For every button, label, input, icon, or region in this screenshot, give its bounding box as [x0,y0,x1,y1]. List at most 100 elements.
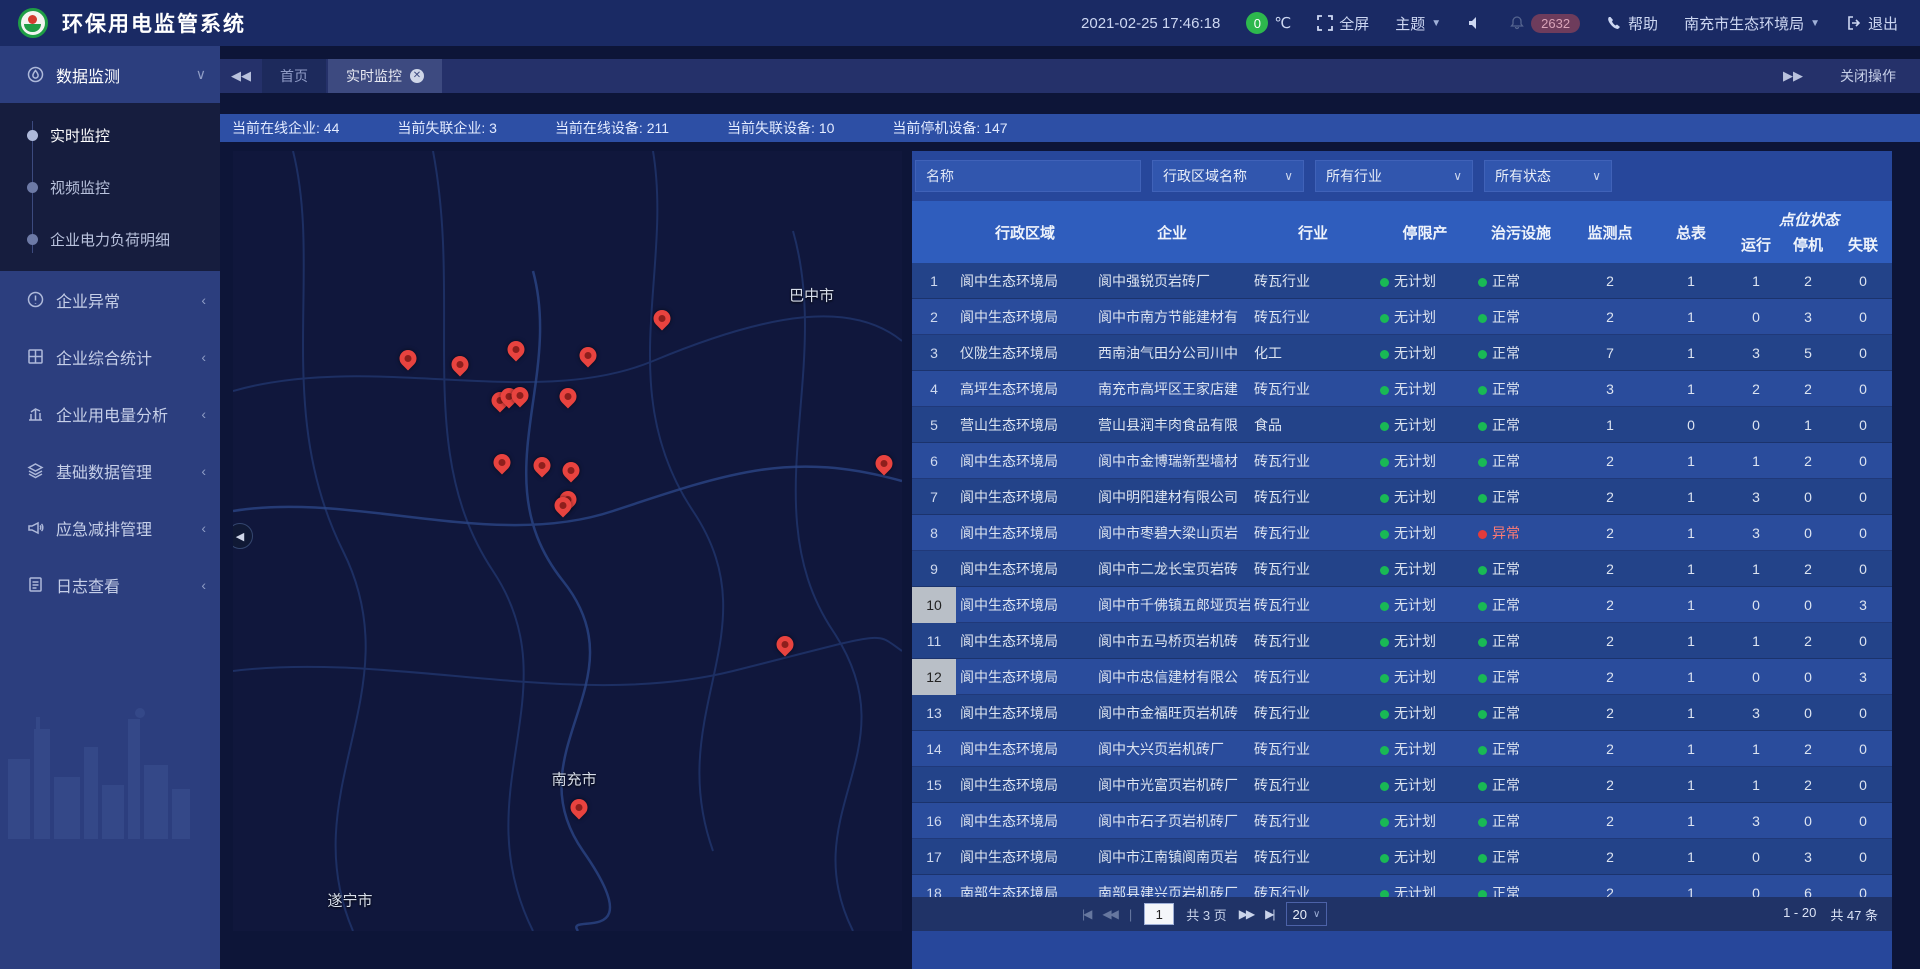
cell-region: 高坪生态环境局 [956,379,1094,399]
theme-menu[interactable]: 主题▼ [1395,13,1441,34]
col-lost: 失联 [1834,234,1892,255]
last-page-icon[interactable]: ▶| [1265,907,1273,921]
table-row[interactable]: 9阆中生态环境局阆中市二龙长宝页岩砖砖瓦行业无计划正常21120 [912,551,1892,587]
cell-meters: 1 [1652,309,1730,325]
sidebar-subitem[interactable]: 企业电力负荷明细 [0,213,220,265]
sidebar-item-7[interactable]: 日志查看‹ [0,556,220,613]
cell-stop-limit: 无计划 [1376,523,1474,543]
cell-industry: 砖瓦行业 [1250,667,1376,687]
help-button[interactable]: 帮助 [1606,13,1658,34]
row-number: 11 [912,623,956,659]
name-search-input[interactable] [915,160,1141,192]
cell-stop-limit: 无计划 [1376,307,1474,327]
tabs-scroll-right-icon[interactable]: ▶▶ [1772,68,1814,84]
cell-meters: 1 [1652,381,1730,397]
status-select[interactable]: 所有状态∨ [1484,160,1612,192]
table-row[interactable]: 4高坪生态环境局南充市高坪区王家店建砖瓦行业无计划正常31220 [912,371,1892,407]
stat-item: 当前停机设备: 147 [892,118,1007,138]
sidebar-item-5[interactable]: 基础数据管理‹ [0,442,220,499]
table-row[interactable]: 7阆中生态环境局阆中明阳建材有限公司砖瓦行业无计划正常21300 [912,479,1892,515]
cell-stop-limit: 无计划 [1376,559,1474,579]
cell-points: 2 [1568,741,1652,757]
table-row[interactable]: 5营山生态环境局营山县润丰肉食品有限食品无计划正常10010 [912,407,1892,443]
col-stop-limit: 停限产 [1376,222,1474,243]
status-dot-green [1478,314,1487,323]
cell-industry: 砖瓦行业 [1250,775,1376,795]
tab-close-icon[interactable]: ✕ [410,69,424,83]
sidebar-subitem[interactable]: 实时监控 [0,109,220,161]
tab-实时监控[interactable]: 实时监控✕ [328,59,442,93]
cell-run: 3 [1730,813,1782,829]
cell-stop: 5 [1782,345,1834,361]
table-row[interactable]: 16阆中生态环境局阆中市石子页岩机砖厂砖瓦行业无计划正常21300 [912,803,1892,839]
table-row[interactable]: 11阆中生态环境局阆中市五马桥页岩机砖砖瓦行业无计划正常21120 [912,623,1892,659]
page-number-input[interactable] [1144,903,1174,925]
cell-meters: 1 [1652,777,1730,793]
table-row[interactable]: 8阆中生态环境局阆中市枣碧大梁山页岩砖瓦行业无计划异常21300 [912,515,1892,551]
stats-bar: 当前在线企业: 44当前失联企业: 3当前在线设备: 211当前失联设备: 10… [220,114,1920,142]
sound-button[interactable] [1467,15,1483,31]
cell-region: 阆中生态环境局 [956,271,1094,291]
cell-stop-limit: 无计划 [1376,667,1474,687]
next-page-icon[interactable]: ▶▶ [1239,907,1253,921]
sidebar-item-3[interactable]: 企业综合统计‹ [0,328,220,385]
row-number: 9 [912,551,956,587]
table-row[interactable]: 17阆中生态环境局阆中市江南镇阆南页岩砖瓦行业无计划正常21030 [912,839,1892,875]
tabs-scroll-left-icon[interactable]: ◀◀ [220,59,262,93]
row-number: 1 [912,263,956,299]
table-row[interactable]: 14阆中生态环境局阆中大兴页岩机砖厂砖瓦行业无计划正常21120 [912,731,1892,767]
tab-首页[interactable]: 首页 [262,59,326,93]
notifications[interactable]: 2632 [1509,14,1580,33]
cell-run: 2 [1730,381,1782,397]
close-operations-button[interactable]: 关闭操作 [1840,66,1896,86]
cell-region: 阆中生态环境局 [956,595,1094,615]
cell-run: 3 [1730,345,1782,361]
logout-button[interactable]: 退出 [1846,13,1898,34]
org-menu[interactable]: 南充市生态环境局▼ [1684,13,1820,34]
prev-page-icon[interactable]: ◀◀ [1102,907,1116,921]
region-select[interactable]: 行政区域名称∨ [1152,160,1304,192]
cell-facility: 正常 [1474,703,1568,723]
fullscreen-button[interactable]: 全屏 [1317,13,1369,34]
first-page-icon[interactable]: |◀ [1082,907,1090,921]
cell-lost: 0 [1834,309,1892,325]
table-row[interactable]: 1阆中生态环境局阆中强锐页岩砖厂砖瓦行业无计划正常21120 [912,263,1892,299]
cell-stop: 0 [1782,489,1834,505]
sidebar-subitem[interactable]: 视频监控 [0,161,220,213]
table-row[interactable]: 3仪陇生态环境局西南油气田分公司川中化工无计划正常71350 [912,335,1892,371]
cell-stop: 0 [1782,597,1834,613]
cell-company: 阆中大兴页岩机砖厂 [1094,739,1250,759]
total-count-label: 共 47 条 [1830,905,1878,924]
status-dot-green [1380,458,1389,467]
industry-select[interactable]: 所有行业∨ [1315,160,1473,192]
cell-region: 阆中生态环境局 [956,847,1094,867]
status-dot-green [1380,422,1389,431]
bullet-dot-icon [27,234,38,245]
table-row[interactable]: 6阆中生态环境局阆中市金博瑞新型墙材砖瓦行业无计划正常21120 [912,443,1892,479]
table-row[interactable]: 10阆中生态环境局阆中市千佛镇五郎垭页岩砖瓦行业无计划正常21003 [912,587,1892,623]
sidebar-item-1[interactable]: 数据监测∨ [0,46,220,103]
sidebar-item-2[interactable]: 企业异常‹ [0,271,220,328]
page-size-select[interactable]: 20∨ [1286,902,1328,926]
cell-stop: 2 [1782,273,1834,289]
cell-run: 0 [1730,669,1782,685]
cell-stop-limit: 无计划 [1376,271,1474,291]
status-dot-green [1380,818,1389,827]
table-row[interactable]: 2阆中生态环境局阆中市南方节能建材有砖瓦行业无计划正常21030 [912,299,1892,335]
stat-item: 当前在线企业: 44 [232,118,339,138]
row-number: 2 [912,299,956,335]
sidebar-item-6[interactable]: 应急减排管理‹ [0,499,220,556]
col-facility: 治污设施 [1474,222,1568,243]
sidebar-item-4[interactable]: 企业用电量分析‹ [0,385,220,442]
table-row[interactable]: 12阆中生态环境局阆中市忠信建材有限公砖瓦行业无计划正常21003 [912,659,1892,695]
cell-region: 阆中生态环境局 [956,703,1094,723]
table-row[interactable]: 15阆中生态环境局阆中市光富页岩机砖厂砖瓦行业无计划正常21120 [912,767,1892,803]
chevron-down-icon: ▼ [1431,18,1441,29]
header-toolbar: 2021-02-25 17:46:18 0 ℃ 全屏 主题▼ 2632 [1081,12,1898,34]
map-panel[interactable]: 巴中市南充市遂宁市 ◀ [233,151,902,931]
table-row[interactable]: 13阆中生态环境局阆中市金福旺页岩机砖砖瓦行业无计划正常21300 [912,695,1892,731]
table-row[interactable]: 18南部生态环境局南部县建兴页岩机砖厂砖瓦行业无计划正常21060 [912,875,1892,897]
cell-facility: 正常 [1474,595,1568,615]
cell-stop: 3 [1782,309,1834,325]
chevron-down-icon: ∨ [1453,169,1462,183]
